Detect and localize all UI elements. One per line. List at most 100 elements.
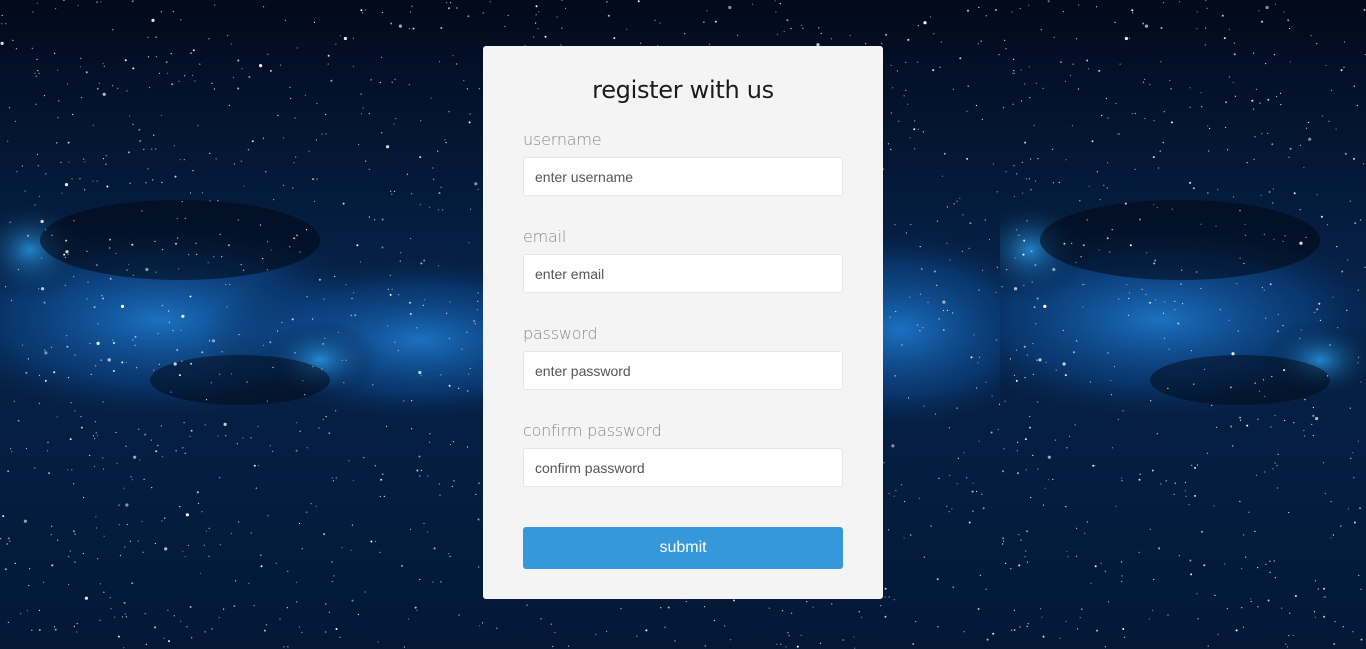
username-input[interactable] xyxy=(523,157,843,196)
star xyxy=(978,6,980,9)
star xyxy=(124,546,126,548)
star xyxy=(1312,434,1314,437)
star xyxy=(1288,27,1291,30)
star xyxy=(155,271,157,273)
star xyxy=(607,14,610,17)
star xyxy=(1330,537,1332,539)
star xyxy=(1088,185,1090,187)
star xyxy=(996,191,998,193)
star xyxy=(408,84,410,86)
star xyxy=(247,149,249,151)
star xyxy=(957,457,960,459)
star xyxy=(175,242,177,245)
star xyxy=(21,165,23,167)
star xyxy=(184,452,186,454)
star xyxy=(1317,588,1319,590)
star xyxy=(45,173,47,175)
star xyxy=(888,529,890,531)
star xyxy=(1304,435,1306,437)
star xyxy=(1221,14,1224,17)
star xyxy=(403,646,405,648)
star xyxy=(55,8,57,10)
star xyxy=(884,587,887,590)
star xyxy=(56,142,58,144)
password-input[interactable] xyxy=(523,351,843,390)
star xyxy=(1151,469,1154,472)
star xyxy=(387,288,389,290)
star xyxy=(1018,234,1020,236)
star xyxy=(1004,400,1006,402)
star xyxy=(433,547,436,550)
star xyxy=(1300,329,1302,331)
star xyxy=(13,400,15,402)
star xyxy=(96,1,98,3)
star xyxy=(10,299,13,302)
star xyxy=(284,19,286,21)
star xyxy=(267,515,269,517)
confirm-password-input[interactable] xyxy=(523,448,843,487)
star xyxy=(34,72,36,74)
star xyxy=(776,33,779,36)
star xyxy=(5,286,7,288)
star xyxy=(1002,107,1005,109)
star xyxy=(1005,562,1007,565)
star xyxy=(1203,564,1206,567)
star xyxy=(1239,210,1241,212)
star xyxy=(233,605,236,608)
star xyxy=(861,616,863,618)
star xyxy=(227,34,229,37)
star xyxy=(1334,621,1336,623)
star xyxy=(552,645,554,648)
star xyxy=(1293,422,1295,424)
star xyxy=(398,294,400,296)
star xyxy=(7,140,9,142)
star xyxy=(1363,163,1365,165)
star xyxy=(67,253,69,256)
star xyxy=(164,547,168,551)
star xyxy=(1327,375,1329,377)
star xyxy=(316,178,318,180)
star xyxy=(927,301,929,303)
star xyxy=(161,456,164,458)
star xyxy=(181,201,183,203)
star xyxy=(118,524,120,526)
star xyxy=(374,465,376,467)
star xyxy=(294,352,296,354)
star xyxy=(1129,244,1132,247)
star xyxy=(1020,539,1022,541)
star xyxy=(147,168,149,170)
star xyxy=(105,163,107,165)
star xyxy=(32,11,34,13)
star xyxy=(1117,133,1119,135)
star xyxy=(151,148,153,150)
star xyxy=(306,296,308,298)
email-input[interactable] xyxy=(523,254,843,293)
star xyxy=(129,182,131,184)
star xyxy=(195,242,197,244)
star xyxy=(977,608,980,610)
star xyxy=(381,218,384,221)
star xyxy=(47,450,49,452)
star xyxy=(1082,244,1085,247)
star xyxy=(779,3,781,5)
star xyxy=(1002,470,1004,473)
star xyxy=(1321,115,1323,117)
star xyxy=(909,296,911,298)
star xyxy=(1107,117,1109,119)
star xyxy=(1359,507,1361,510)
star xyxy=(201,192,204,194)
star xyxy=(287,570,289,572)
star xyxy=(70,402,72,404)
star xyxy=(315,505,317,507)
star xyxy=(477,300,479,302)
star xyxy=(301,631,303,634)
star xyxy=(1224,563,1226,565)
star xyxy=(1178,555,1180,557)
star xyxy=(933,33,935,35)
star xyxy=(217,200,219,202)
star xyxy=(1156,433,1158,435)
star xyxy=(888,492,890,495)
star xyxy=(411,428,413,430)
submit-button[interactable]: submit xyxy=(523,527,843,569)
star xyxy=(44,351,48,355)
